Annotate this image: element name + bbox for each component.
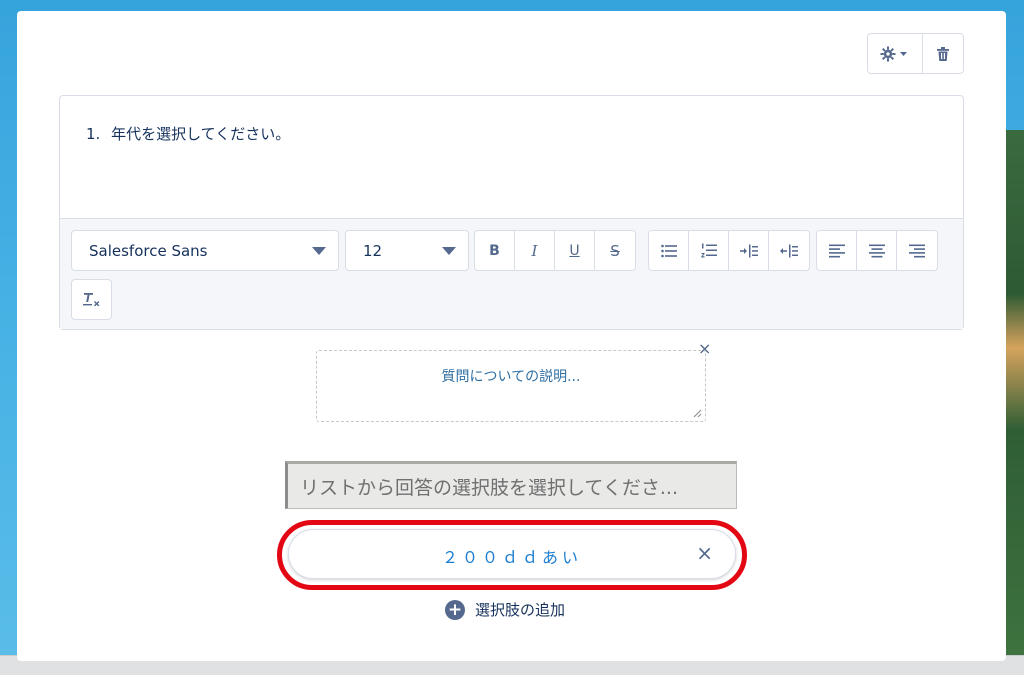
list-button-group	[648, 230, 810, 271]
settings-menu-button[interactable]	[868, 34, 923, 73]
question-number: 1.	[86, 125, 101, 143]
description-placeholder: 質問についての説明...	[441, 369, 581, 385]
align-button-group	[816, 230, 938, 271]
chevron-down-icon	[442, 247, 456, 255]
chevron-down-icon	[312, 247, 326, 255]
font-size-select[interactable]: 12	[345, 230, 469, 271]
add-choice-label: 選択肢の追加	[475, 601, 566, 619]
align-center-button[interactable]	[857, 231, 897, 270]
add-icon: +	[445, 599, 465, 620]
align-right-button[interactable]	[897, 231, 937, 270]
outdent-icon	[780, 244, 798, 257]
italic-button[interactable]: I	[515, 231, 555, 270]
numbered-list-icon	[700, 243, 717, 257]
numbered-list-button[interactable]	[689, 231, 729, 270]
question-label: 年代を選択してください。	[111, 125, 291, 143]
question-text[interactable]: 1. 年代を選択してください。	[86, 123, 290, 144]
clear-formatting-icon	[82, 292, 99, 306]
add-choice-button[interactable]: + 選択肢の追加	[445, 599, 565, 620]
font-family-value: Salesforce Sans	[89, 241, 208, 260]
trash-icon	[937, 46, 949, 61]
description-close-button[interactable]: ×	[698, 341, 711, 357]
strikethrough-button[interactable]: S	[595, 231, 635, 270]
bold-icon: B	[489, 242, 500, 259]
indent-icon	[739, 244, 758, 257]
outdent-button[interactable]	[769, 231, 809, 270]
rich-text-toolbar: Salesforce Sans 12 B I U S	[60, 218, 963, 329]
remove-choice-button[interactable]: ×	[696, 542, 713, 564]
gear-icon	[880, 46, 907, 61]
picklist-placeholder: リストから回答の選択肢を選択してくださ...	[300, 476, 678, 499]
strikethrough-icon: S	[610, 241, 620, 260]
question-actions	[867, 33, 964, 74]
italic-icon: I	[531, 241, 538, 260]
align-left-button[interactable]	[817, 231, 857, 270]
choice-value[interactable]: ２００ｄｄあい	[289, 544, 735, 568]
resize-handle-icon[interactable]	[692, 408, 702, 418]
answer-choice-pill[interactable]: ２００ｄｄあい ×	[288, 529, 736, 579]
underline-icon: U	[569, 242, 580, 259]
underline-button[interactable]: U	[555, 231, 595, 270]
bulleted-list-button[interactable]	[649, 231, 689, 270]
close-icon: ×	[696, 541, 713, 565]
format-button-group: B I U S	[474, 230, 636, 271]
question-description-field[interactable]: 質問についての説明...	[316, 350, 706, 422]
indent-button[interactable]	[729, 231, 769, 270]
align-left-icon	[828, 244, 845, 257]
close-icon: ×	[698, 339, 712, 358]
answer-choice-picklist[interactable]: リストから回答の選択肢を選択してくださ...	[285, 461, 737, 509]
question-card: 1. 年代を選択してください。 Salesforce Sans 12 B I U…	[17, 11, 1006, 661]
clear-formatting-button[interactable]	[71, 279, 112, 320]
bold-button[interactable]: B	[475, 231, 515, 270]
question-editor[interactable]: 1. 年代を選択してください。 Salesforce Sans 12 B I U…	[59, 95, 964, 330]
align-center-icon	[868, 244, 885, 257]
bullet-list-icon	[660, 244, 677, 257]
font-family-select[interactable]: Salesforce Sans	[71, 230, 339, 271]
delete-question-button[interactable]	[923, 34, 963, 73]
align-right-icon	[909, 244, 925, 257]
font-size-value: 12	[363, 241, 383, 260]
